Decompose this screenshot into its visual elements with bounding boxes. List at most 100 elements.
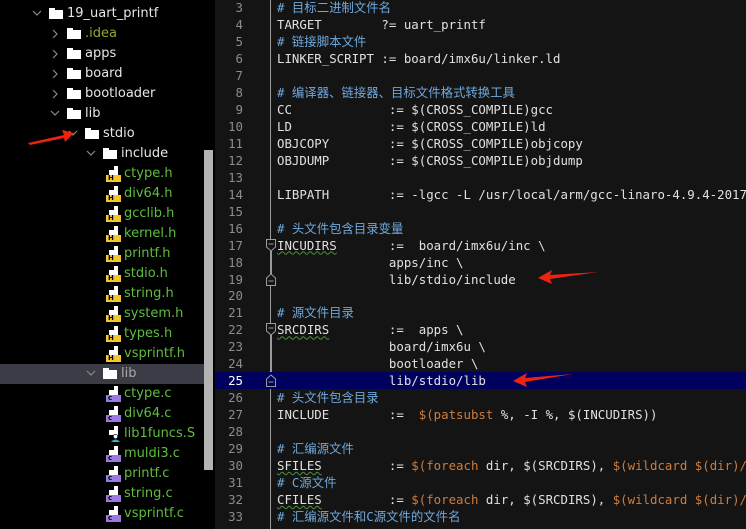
code-line[interactable]: 11 OBJCOPY := $(CROSS_COMPILE)objcopy	[215, 135, 746, 152]
tree-file-row[interactable]: c div64.c	[0, 404, 205, 424]
code-token: OBJDUMP := $(CROSS_COMPILE)objdump	[277, 152, 583, 168]
code-line[interactable]: 9 CC := $(CROSS_COMPILE)gcc	[215, 101, 746, 118]
fold-end-icon[interactable]	[265, 272, 277, 286]
code-line[interactable]: 6 LINKER_SCRIPT := board/imx6u/linker.ld	[215, 50, 746, 67]
code-line[interactable]: 26 # 头文件包含目录	[215, 389, 746, 406]
tree-file-row[interactable]: Hdiv64.h	[0, 184, 205, 204]
chevron-down-icon[interactable]	[86, 144, 96, 164]
code-line[interactable]: 17 INCUDIRS := board/imx6u/inc \	[215, 237, 746, 254]
code-token: lib/stdio/lib	[277, 373, 486, 389]
header-file-icon: H	[106, 186, 121, 202]
code-token: %, -I %, $(INCUDIRS))	[493, 407, 658, 423]
tree-file-row[interactable]: c vsprintf.c	[0, 504, 205, 524]
code-line[interactable]: 16 # 头文件包含目录变量	[215, 220, 746, 237]
tree-item-label: ctype.c	[124, 386, 172, 401]
code-line[interactable]: 29 # 汇编源文件	[215, 440, 746, 457]
code-line[interactable]: 14 LIBPATH := -lgcc -L /usr/local/arm/gcc…	[215, 186, 746, 203]
tree-folder-row[interactable]: 19_uart_printf	[0, 4, 205, 24]
chevron-right-icon[interactable]	[50, 44, 60, 64]
code-line[interactable]: 10 LD := $(CROSS_COMPILE)ld	[215, 118, 746, 135]
tree-file-row[interactable]: Hprintf.h	[0, 244, 205, 264]
code-comment: # 汇编源文件和C源文件的文件名	[277, 509, 461, 525]
tree-folder-row[interactable]: apps	[0, 44, 205, 64]
code-line[interactable]: 3 # 目标二进制文件名	[215, 0, 746, 16]
code-line[interactable]: 27 INCLUDE := $(patsubst %, -I %, $(INCUD…	[215, 406, 746, 423]
folder-icon	[49, 8, 63, 19]
tree-item-label: muldi3.c	[124, 446, 180, 461]
tree-folder-row[interactable]: board	[0, 64, 205, 84]
code-token: lib/stdio/include	[277, 271, 516, 287]
header-file-icon: H	[106, 266, 121, 282]
tree-file-row[interactable]: Hsystem.h	[0, 304, 205, 324]
line-number: 27	[228, 407, 243, 423]
code-line[interactable]: 32 CFILES := $(foreach dir, $(SRCDIRS), $…	[215, 491, 746, 508]
line-number: 16	[228, 220, 243, 236]
code-line[interactable]: 8 # 编译器、链接器、目标文件格式转换工具	[215, 84, 746, 101]
tree-folder-row[interactable]: include	[0, 144, 205, 164]
fold-start-icon[interactable]	[265, 238, 277, 252]
line-number: 29	[228, 441, 243, 457]
tree-folder-row[interactable]: bootloader	[0, 84, 205, 104]
tree-folder-row[interactable]: .idea	[0, 24, 205, 44]
tree-file-row[interactable]: Htypes.h	[0, 324, 205, 344]
header-file-icon: H	[106, 206, 121, 222]
code-line[interactable]: 4 TARGET ?= uart_printf	[215, 16, 746, 33]
code-token: :=	[321, 492, 412, 508]
code-line[interactable]: 33 # 汇编源文件和C源文件的文件名	[215, 508, 746, 525]
tree-file-row[interactable]: Hctype.h	[0, 164, 205, 184]
chevron-right-icon[interactable]	[50, 64, 60, 84]
tree-file-row[interactable]: lib1funcs.S	[0, 424, 205, 444]
tree-file-row[interactable]: Hstdio.h	[0, 264, 205, 284]
code-token: board/imx6u \	[277, 339, 486, 355]
tree-folder-row[interactable]: lib	[0, 364, 205, 384]
chevron-right-icon[interactable]	[50, 84, 60, 104]
tree-file-row[interactable]: c string.c	[0, 484, 205, 504]
tree-file-row[interactable]: c ctype.c	[0, 384, 205, 404]
code-line[interactable]: 15	[215, 203, 746, 220]
code-editor[interactable]: 3 # 目标二进制文件名 4 TARGET ?= uart_printf 5 # 链接脚本…	[215, 0, 746, 529]
chevron-right-icon[interactable]	[50, 24, 60, 44]
code-line[interactable]: 31 # C源文件	[215, 474, 746, 491]
tree-file-row[interactable]: Hgcclib.h	[0, 204, 205, 224]
code-token: := apps \	[329, 322, 464, 338]
code-line[interactable]: 20	[215, 287, 746, 304]
code-line[interactable]: 21 # 源文件目录	[215, 304, 746, 321]
code-line[interactable]: 12 OBJDUMP := $(CROSS_COMPILE)objdump	[215, 152, 746, 169]
code-comment: # 头文件包含目录	[277, 390, 379, 406]
tree-file-row[interactable]: c muldi3.c	[0, 444, 205, 464]
code-line[interactable]: 23 board/imx6u \	[215, 338, 746, 355]
code-text: # 源文件目录	[277, 304, 354, 321]
project-tree-scrollbar[interactable]	[204, 150, 213, 470]
fold-start-icon[interactable]	[265, 323, 277, 337]
chevron-down-icon[interactable]	[50, 104, 60, 124]
fold-end-icon[interactable]	[265, 374, 277, 388]
code-comment: # 头文件包含目录变量	[277, 220, 404, 236]
code-line[interactable]: 7	[215, 67, 746, 84]
line-number: 17	[228, 237, 243, 253]
code-line[interactable]: 30 SFILES := $(foreach dir, $(SRCDIRS), $…	[215, 457, 746, 474]
tree-item-label: kernel.h	[124, 226, 177, 241]
folder-icon	[67, 108, 81, 119]
line-number: 12	[228, 152, 243, 168]
tree-folder-row[interactable]: lib	[0, 104, 205, 124]
code-line[interactable]: 24 bootloader \	[215, 355, 746, 372]
code-line[interactable]: 5 # 链接脚本文件	[215, 33, 746, 50]
code-line[interactable]: 28	[215, 423, 746, 440]
code-text: CC := $(CROSS_COMPILE)gcc	[277, 101, 553, 118]
tree-file-row[interactable]: Hstring.h	[0, 284, 205, 304]
tree-file-row[interactable]: Hkernel.h	[0, 224, 205, 244]
code-line[interactable]: 22 SRCDIRS := apps \	[215, 321, 746, 338]
code-text: INCLUDE := $(patsubst %, -I %, $(INCUDIR…	[277, 406, 657, 423]
chevron-down-icon[interactable]	[86, 364, 96, 384]
line-number: 28	[228, 424, 243, 440]
code-comment: # 目标二进制文件名	[277, 0, 392, 15]
code-text: LINKER_SCRIPT := board/imx6u/linker.ld	[277, 50, 560, 67]
tree-file-row[interactable]: c printf.c	[0, 464, 205, 484]
code-line[interactable]: 25 lib/stdio/lib	[215, 372, 746, 390]
chevron-down-icon[interactable]	[32, 4, 42, 24]
code-line[interactable]: 13	[215, 169, 746, 186]
code-line[interactable]: 19 lib/stdio/include	[215, 271, 746, 288]
code-line[interactable]: 18 apps/inc \	[215, 254, 746, 271]
code-text: INCUDIRS := board/imx6u/inc \	[277, 237, 546, 254]
tree-file-row[interactable]: Hvsprintf.h	[0, 344, 205, 364]
